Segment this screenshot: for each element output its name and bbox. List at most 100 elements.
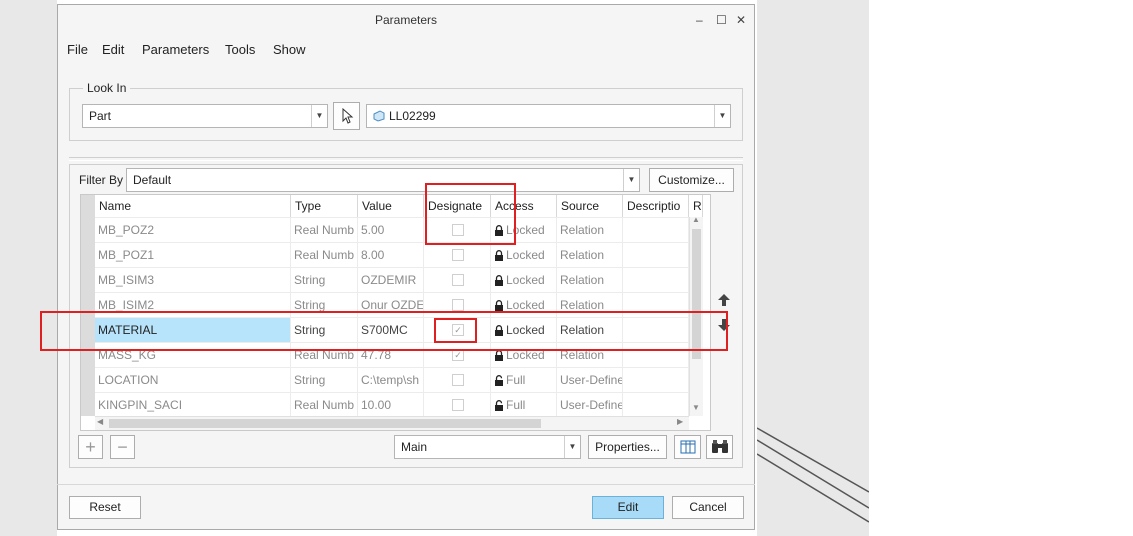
value-cell[interactable]: 47.78 <box>358 343 424 367</box>
value-cell[interactable]: Onur OZDE <box>358 293 424 317</box>
designate-cell[interactable] <box>424 268 491 292</box>
column-header[interactable]: Re <box>689 195 703 217</box>
designate-checkbox[interactable] <box>452 374 464 386</box>
close-button[interactable]: ✕ <box>736 5 746 35</box>
scroll-up-icon[interactable]: ▲ <box>692 215 700 224</box>
source-cell[interactable]: Relation <box>557 343 623 367</box>
name-cell[interactable]: MATERIAL <box>95 318 291 342</box>
source-cell[interactable]: Relation <box>557 268 623 292</box>
look-in-type-combo[interactable]: Part ▼ <box>82 104 328 128</box>
table-row[interactable]: MB_POZ1 Real Numb 8.00 Locked Relation <box>95 242 689 267</box>
type-cell[interactable]: String <box>291 268 358 292</box>
properties-button[interactable]: Properties... <box>588 435 667 459</box>
type-cell[interactable]: String <box>291 318 358 342</box>
table-row[interactable]: LOCATION String C:\temp\sh Full User-Define <box>95 367 689 392</box>
description-cell[interactable] <box>623 293 689 317</box>
access-cell[interactable]: Locked <box>491 243 557 267</box>
column-header[interactable]: Access <box>491 195 557 217</box>
description-cell[interactable] <box>623 343 689 367</box>
access-cell[interactable]: Locked <box>491 268 557 292</box>
description-cell[interactable] <box>623 268 689 292</box>
cancel-button[interactable]: Cancel <box>672 496 744 519</box>
source-cell[interactable]: User-Define <box>557 393 623 417</box>
edit-button[interactable]: Edit <box>592 496 664 519</box>
access-cell[interactable]: Locked <box>491 343 557 367</box>
designate-checkbox[interactable]: ✓ <box>452 349 464 361</box>
table-row[interactable]: MASS_KG Real Numb 47.78 ✓ Locked Relation <box>95 342 689 367</box>
value-cell[interactable]: 5.00 <box>358 218 424 242</box>
access-cell[interactable]: Full <box>491 393 557 417</box>
access-cell[interactable]: Full <box>491 368 557 392</box>
name-cell[interactable]: MB_ISIM3 <box>95 268 291 292</box>
minimize-button[interactable]: ‒ <box>696 5 703 35</box>
table-row[interactable]: MATERIAL String S700MC ✓ Locked Relation <box>95 317 689 342</box>
designate-cell[interactable]: ✓ <box>424 318 491 342</box>
horizontal-scroll-thumb[interactable] <box>109 419 541 428</box>
name-cell[interactable]: MASS_KG <box>95 343 291 367</box>
designate-checkbox[interactable] <box>452 274 464 286</box>
move-up-icon[interactable] <box>716 293 732 307</box>
menu-edit[interactable]: Edit <box>102 39 124 61</box>
table-row[interactable]: MB_POZ2 Real Numb 5.00 Locked Relation <box>95 217 689 242</box>
source-cell[interactable]: Relation <box>557 243 623 267</box>
filter-combo[interactable]: Default ▼ <box>126 168 640 192</box>
source-cell[interactable]: Relation <box>557 218 623 242</box>
access-cell[interactable]: Locked <box>491 218 557 242</box>
description-cell[interactable] <box>623 393 689 417</box>
designate-checkbox[interactable] <box>452 299 464 311</box>
value-cell[interactable]: 8.00 <box>358 243 424 267</box>
designate-cell[interactable] <box>424 293 491 317</box>
type-cell[interactable]: Real Numb <box>291 218 358 242</box>
source-cell[interactable]: User-Define <box>557 368 623 392</box>
menu-show[interactable]: Show <box>273 39 306 61</box>
value-cell[interactable]: OZDEMIR <box>358 268 424 292</box>
type-cell[interactable]: Real Numb <box>291 243 358 267</box>
add-parameter-button[interactable]: + <box>78 435 103 459</box>
description-cell[interactable] <box>623 243 689 267</box>
designate-checkbox[interactable]: ✓ <box>452 324 464 336</box>
scroll-left-icon[interactable]: ◀ <box>97 417 103 426</box>
access-cell[interactable]: Locked <box>491 318 557 342</box>
table-view-button[interactable] <box>674 435 701 459</box>
value-cell[interactable]: C:\temp\sh <box>358 368 424 392</box>
reset-button[interactable]: Reset <box>69 496 141 519</box>
type-cell[interactable]: String <box>291 293 358 317</box>
designate-cell[interactable] <box>424 393 491 417</box>
vertical-scroll-thumb[interactable] <box>692 229 701 359</box>
customize-button[interactable]: Customize... <box>649 168 734 192</box>
column-header[interactable]: Descriptio <box>623 195 689 217</box>
value-cell[interactable]: 10.00 <box>358 393 424 417</box>
column-header[interactable]: Type <box>291 195 358 217</box>
name-cell[interactable]: KINGPIN_SACI <box>95 393 291 417</box>
value-cell[interactable]: S700MC <box>358 318 424 342</box>
column-header[interactable]: Designate <box>424 195 491 217</box>
type-cell[interactable]: Real Numb <box>291 343 358 367</box>
vertical-scrollbar[interactable]: ▲ ▼ <box>689 215 703 416</box>
select-model-button[interactable] <box>333 102 360 130</box>
designate-cell[interactable] <box>424 243 491 267</box>
name-cell[interactable]: MB_POZ2 <box>95 218 291 242</box>
move-down-icon[interactable] <box>716 318 732 332</box>
designate-cell[interactable] <box>424 368 491 392</box>
description-cell[interactable] <box>623 318 689 342</box>
table-row[interactable]: MB_ISIM2 String Onur OZDE Locked Relation <box>95 292 689 317</box>
name-cell[interactable]: LOCATION <box>95 368 291 392</box>
access-cell[interactable]: Locked <box>491 293 557 317</box>
menu-parameters[interactable]: Parameters <box>142 39 209 61</box>
column-header[interactable]: Name <box>95 195 291 217</box>
horizontal-scrollbar[interactable]: ◀ ▶ <box>95 416 689 430</box>
menu-file[interactable]: File <box>67 39 88 61</box>
description-cell[interactable] <box>623 368 689 392</box>
view-combo[interactable]: Main ▼ <box>394 435 581 459</box>
remove-parameter-button[interactable]: − <box>110 435 135 459</box>
maximize-button[interactable]: ☐ <box>716 5 727 35</box>
source-cell[interactable]: Relation <box>557 318 623 342</box>
name-cell[interactable]: MB_POZ1 <box>95 243 291 267</box>
designate-checkbox[interactable] <box>452 249 464 261</box>
designate-checkbox[interactable] <box>452 399 464 411</box>
menu-tools[interactable]: Tools <box>225 39 255 61</box>
designate-cell[interactable]: ✓ <box>424 343 491 367</box>
description-cell[interactable] <box>623 218 689 242</box>
source-cell[interactable]: Relation <box>557 293 623 317</box>
scroll-right-icon[interactable]: ▶ <box>677 417 683 426</box>
